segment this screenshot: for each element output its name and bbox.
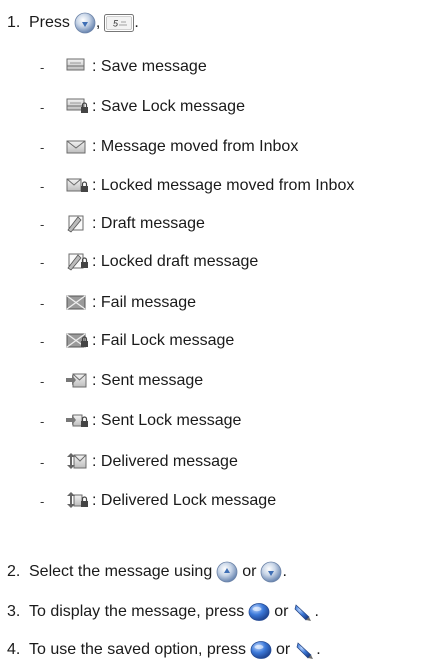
- step-2: 2. Select the message using or .: [7, 559, 287, 585]
- step-number: 4.: [7, 641, 21, 658]
- list-item: - : Message moved from Inbox: [40, 134, 298, 160]
- list-item-label: : Fail message: [92, 294, 197, 311]
- bullet-dash: -: [40, 99, 45, 115]
- list-item-label: : Save Lock message: [92, 98, 245, 115]
- list-item-label: : Sent message: [92, 372, 204, 389]
- step-3: 3. To display the message, press or .: [7, 599, 319, 625]
- bullet-dash: -: [40, 333, 45, 349]
- bullet-dash: -: [40, 216, 45, 232]
- key-5-icon: 5: [104, 14, 135, 32]
- sent-message-icon: [64, 369, 90, 393]
- step-end: .: [314, 603, 319, 620]
- list-item: - : Fail message: [40, 290, 196, 316]
- nav-up-key-icon: [216, 561, 238, 583]
- bullet-dash: -: [40, 454, 45, 470]
- list-item: - : Sent Lock message: [40, 408, 241, 434]
- step-end: .: [316, 641, 321, 658]
- save-message-icon: [64, 55, 90, 79]
- list-item-label: : Locked message moved from Inbox: [92, 177, 355, 194]
- bullet-dash: -: [40, 139, 45, 155]
- list-item-label: : Locked draft message: [92, 253, 259, 270]
- send-key-icon: [294, 639, 316, 661]
- list-item: - : Save message: [40, 54, 207, 80]
- list-item: - : Draft message: [40, 211, 205, 237]
- save-lock-message-icon: [64, 95, 90, 119]
- or-text: or: [274, 603, 289, 620]
- draft-message-icon: [64, 212, 90, 236]
- step-text: To use the saved option, press: [29, 641, 247, 658]
- ok-key-icon: [248, 601, 270, 623]
- step-text: Select the message using: [29, 563, 213, 580]
- list-item-label: : Delivered message: [92, 453, 238, 470]
- list-item: - : Fail Lock message: [40, 328, 234, 354]
- list-item: - : Delivered Lock message: [40, 488, 276, 514]
- list-item-label: : Delivered Lock message: [92, 492, 277, 509]
- step-number: 3.: [7, 603, 21, 620]
- step-end: .: [134, 14, 139, 31]
- fail-message-icon: [64, 291, 90, 315]
- bullet-dash: -: [40, 413, 45, 429]
- step-4: 4. To use the saved option, press or .: [7, 637, 321, 663]
- fail-lock-message-icon: [64, 329, 90, 353]
- list-item-label: : Sent Lock message: [92, 412, 242, 429]
- nav-down-key-icon: [260, 561, 282, 583]
- locked-message-moved-from-inbox-icon: [64, 174, 90, 198]
- bullet-dash: -: [40, 59, 45, 75]
- bullet-dash: -: [40, 295, 45, 311]
- or-text: or: [242, 563, 257, 580]
- ok-key-icon: [250, 639, 272, 661]
- list-item: - : Sent message: [40, 368, 203, 394]
- list-item: - : Save Lock message: [40, 94, 245, 120]
- list-item-label: : Fail Lock message: [92, 332, 235, 349]
- step-number: 1.: [7, 14, 21, 31]
- list-item: - : Delivered message: [40, 449, 238, 475]
- separator: ,: [95, 14, 101, 31]
- step-number: 2.: [7, 563, 21, 580]
- message-moved-from-inbox-icon: [64, 135, 90, 159]
- list-item-label: : Message moved from Inbox: [92, 138, 299, 155]
- list-item: - : Locked draft message: [40, 249, 258, 275]
- bullet-dash: -: [40, 373, 45, 389]
- list-item-label: : Draft message: [92, 215, 205, 232]
- delivered-lock-message-icon: [64, 489, 90, 513]
- step-text: To display the message, press: [29, 603, 245, 620]
- locked-draft-message-icon: [64, 250, 90, 274]
- step-1: 1. Press , 5 .: [7, 10, 139, 36]
- send-key-icon: [292, 601, 314, 623]
- nav-down-key-icon: [74, 12, 96, 34]
- list-item: - : Locked message moved from Inbox: [40, 173, 354, 199]
- bullet-dash: -: [40, 254, 45, 270]
- or-text: or: [276, 641, 291, 658]
- delivered-message-icon: [64, 450, 90, 474]
- list-item-label: : Save message: [92, 58, 207, 75]
- sent-lock-message-icon: [64, 409, 90, 433]
- step-text: Press: [29, 14, 70, 31]
- step-end: .: [282, 563, 287, 580]
- bullet-dash: -: [40, 493, 45, 509]
- bullet-dash: -: [40, 178, 45, 194]
